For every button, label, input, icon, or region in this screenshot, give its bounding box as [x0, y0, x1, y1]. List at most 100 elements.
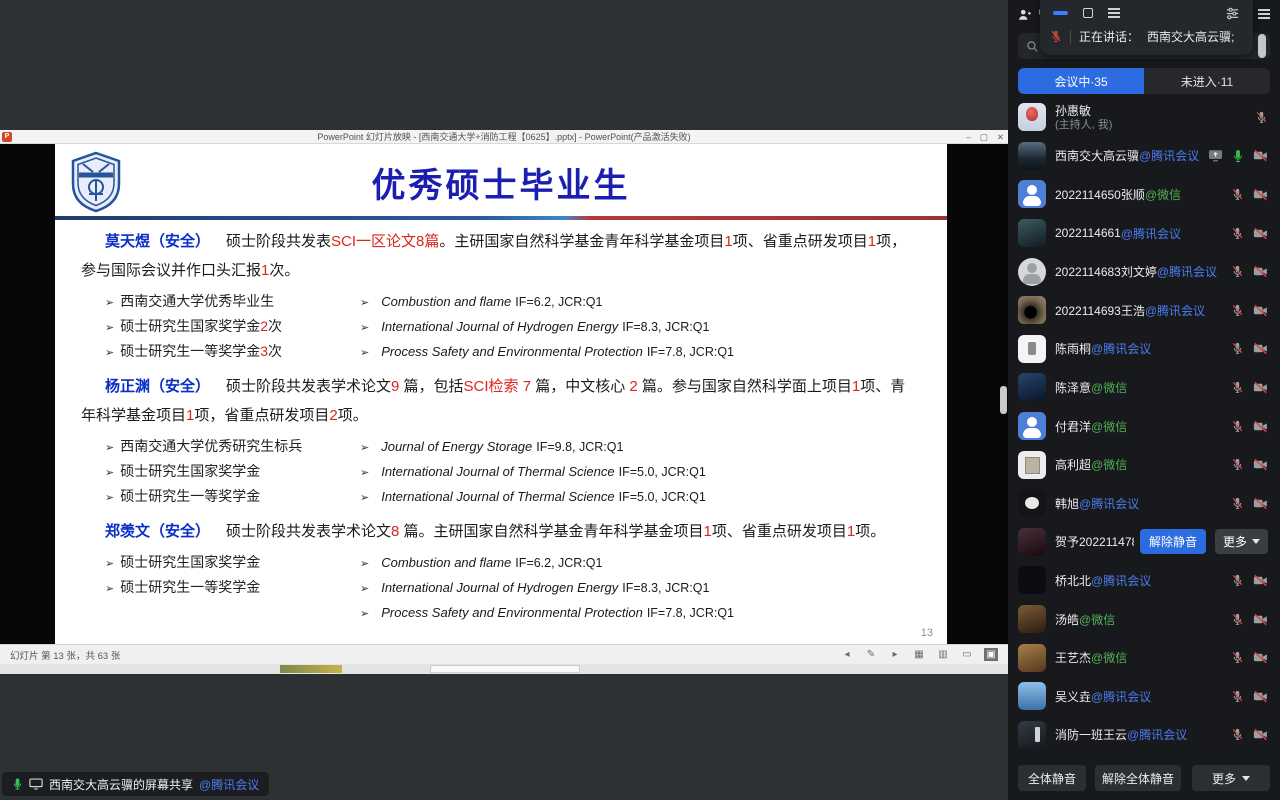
slideshow-view-button[interactable]: ▣ [984, 648, 998, 661]
tab-not-joined[interactable]: 未进入·11 [1144, 68, 1270, 94]
avatar [1018, 489, 1046, 517]
camera-off-icon[interactable] [1253, 690, 1268, 703]
mic-off-icon[interactable] [1231, 342, 1244, 355]
participant-source-tag: @微信 [1079, 611, 1115, 628]
mic-on-icon[interactable] [1232, 149, 1244, 163]
pen-tool-button[interactable]: ✎ [864, 649, 878, 660]
unmute-all-button[interactable]: 解除全体静音 [1095, 765, 1181, 791]
camera-off-icon[interactable] [1253, 574, 1268, 587]
mic-off-icon[interactable] [1255, 111, 1268, 124]
participant-name: 孙惠敏 [1055, 102, 1091, 119]
unmute-button[interactable]: 解除静音 [1140, 529, 1206, 554]
participant-source-tag: @腾讯会议 [1091, 340, 1151, 357]
graduate-paragraph: 杨正渊（安全）硕士阶段共发表学术论文9 篇，包括SCI检索 7 篇，中文核心 2… [81, 372, 907, 430]
participant-row[interactable]: 2022114661 @腾讯会议 [1008, 214, 1280, 253]
graduate-name: 莫天煜（安全） [105, 233, 210, 250]
menu-icon[interactable] [1108, 8, 1120, 18]
list-scrollbar-thumb[interactable] [1258, 34, 1266, 58]
window-minimize-button[interactable]: – [966, 132, 971, 142]
mic-off-icon[interactable] [1231, 265, 1244, 278]
mic-off-icon[interactable] [1231, 227, 1244, 240]
mic-off-icon[interactable] [1231, 497, 1244, 510]
journal-item: Process Safety and Environmental Protect… [360, 601, 734, 626]
camera-off-icon[interactable] [1253, 265, 1268, 278]
mic-off-icon[interactable] [1231, 188, 1244, 201]
mic-off-icon[interactable] [1231, 304, 1244, 317]
camera-off-icon[interactable] [1253, 304, 1268, 317]
mic-off-icon[interactable] [1231, 574, 1244, 587]
shared-screen-scrollbar-thumb[interactable] [1000, 386, 1007, 414]
participant-source-tag: @腾讯会议 [1139, 147, 1199, 164]
screen-share-icon [1208, 149, 1223, 162]
camera-off-icon[interactable] [1253, 458, 1268, 471]
camera-off-icon[interactable] [1253, 381, 1268, 394]
mic-off-icon[interactable] [1231, 690, 1244, 703]
window-close-button[interactable]: ✕ [997, 132, 1004, 143]
participant-row[interactable]: 王艺杰 @微信 [1008, 638, 1280, 677]
participant-row[interactable]: 韩旭 @腾讯会议 [1008, 484, 1280, 523]
mic-off-icon[interactable] [1231, 381, 1244, 394]
participant-name: 2022114693王浩 [1055, 302, 1145, 319]
camera-off-icon[interactable] [1253, 149, 1268, 162]
slide-title: 优秀硕士毕业生 [55, 144, 947, 207]
participant-name: 2022114661 [1055, 226, 1121, 240]
participant-row[interactable]: 陈雨桐 @腾讯会议 [1008, 330, 1280, 369]
next-slide-button[interactable]: ▸ [888, 649, 902, 660]
journals-list: Journal of Energy StorageIF=9.8, JCR:Q1I… [360, 435, 706, 510]
award-item: 硕士研究生国家奖学金 [105, 551, 360, 576]
journal-item: Combustion and flameIF=6.2, JCR:Q1 [360, 290, 734, 315]
participant-row[interactable]: 桥北北 @腾讯会议 [1008, 561, 1280, 600]
slide-counter: 幻灯片 第 13 张，共 63 张 [10, 648, 120, 662]
participant-row[interactable]: 付君洋 @微信 [1008, 407, 1280, 446]
mic-off-icon[interactable] [1231, 420, 1244, 433]
footer-more-button[interactable]: 更多 [1192, 765, 1270, 791]
settings-sliders-icon[interactable] [1225, 6, 1240, 21]
participant-row[interactable]: 孙惠敏 (主持人, 我) [1008, 98, 1280, 137]
participant-name: 付君洋 [1055, 418, 1091, 435]
camera-off-icon[interactable] [1253, 651, 1268, 664]
participant-source-tag: @腾讯会议 [1121, 225, 1181, 242]
participant-row[interactable]: 吴义垚 @腾讯会议 [1008, 677, 1280, 716]
participant-name: 2022114683刘文婷 [1055, 263, 1157, 280]
normal-view-button[interactable]: ▦ [912, 649, 926, 660]
camera-off-icon[interactable] [1253, 497, 1268, 510]
tab-in-meeting[interactable]: 会议中·35 [1018, 68, 1144, 94]
camera-off-icon[interactable] [1253, 342, 1268, 355]
speaker-mic-muted-icon [1050, 30, 1062, 43]
slide-sorter-view-button[interactable]: ▥ [936, 649, 950, 660]
participant-row[interactable]: 消防一班王云 @腾讯会议 [1008, 716, 1280, 755]
camera-off-icon[interactable] [1253, 227, 1268, 240]
taskbar-thumbnail [430, 665, 580, 673]
mute-all-button[interactable]: 全体静音 [1018, 765, 1086, 791]
participant-name: 贺予2022114789 [1055, 533, 1134, 550]
share-banner-text: 西南交大高云骥的屏幕共享 [49, 776, 193, 793]
participant-row[interactable]: 高利超 @微信 [1008, 445, 1280, 484]
window-maximize-button[interactable]: ▢ [980, 132, 988, 143]
participant-row[interactable]: 2022114683刘文婷 @腾讯会议 [1008, 252, 1280, 291]
camera-off-icon[interactable] [1253, 728, 1268, 741]
mic-off-icon[interactable] [1231, 651, 1244, 664]
restore-window-icon[interactable] [1083, 8, 1093, 18]
powerpoint-titlebar[interactable]: P PowerPoint 幻灯片放映 - [西南交通大学+消防工程【0625】.… [0, 130, 1008, 144]
participant-source-tag: @微信 [1091, 456, 1127, 473]
prev-slide-button[interactable]: ◂ [840, 649, 854, 660]
mic-off-icon[interactable] [1231, 458, 1244, 471]
participant-row[interactable]: 汤皓 @微信 [1008, 600, 1280, 639]
mic-off-icon[interactable] [1231, 613, 1244, 626]
panel-menu-icon[interactable] [1258, 9, 1270, 19]
award-item: 硕士研究生一等奖学金 [105, 485, 360, 510]
participant-row[interactable]: 陈泽意 @微信 [1008, 368, 1280, 407]
mic-off-icon[interactable] [1231, 728, 1244, 741]
awards-list: 西南交通大学优秀毕业生硕士研究生国家奖学金2次硕士研究生一等奖学金3次 [105, 290, 360, 365]
camera-off-icon[interactable] [1253, 613, 1268, 626]
participant-row[interactable]: 2022114650张顺 @微信 [1008, 175, 1280, 214]
minimize-icon[interactable] [1053, 11, 1068, 15]
reading-view-button[interactable]: ▭ [960, 649, 974, 660]
participant-row[interactable]: 贺予2022114789 @腾讯会议 解除静音 更多 [1008, 523, 1280, 562]
camera-off-icon[interactable] [1253, 188, 1268, 201]
participant-row[interactable]: 2022114693王浩 @腾讯会议 [1008, 291, 1280, 330]
journal-item: International Journal of Hydrogen Energy… [360, 576, 734, 601]
camera-off-icon[interactable] [1253, 420, 1268, 433]
participant-row[interactable]: 西南交大高云骥 @腾讯会议 [1008, 137, 1280, 176]
row-more-button[interactable]: 更多 [1215, 529, 1268, 554]
